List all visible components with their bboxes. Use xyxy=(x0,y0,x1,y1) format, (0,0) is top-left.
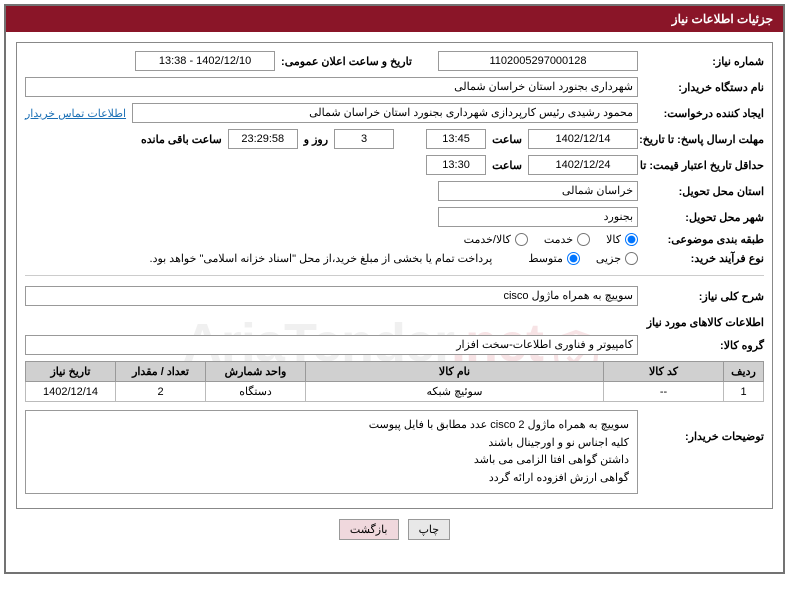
buyer-contact-link[interactable]: اطلاعات تماس خریدار xyxy=(25,107,126,120)
buyer-org-value: شهرداری بجنورد استان خراسان شمالی xyxy=(25,77,638,97)
remaining-time: 23:29:58 xyxy=(228,129,298,149)
radio-both[interactable]: کالا/خدمت xyxy=(464,233,528,246)
radio-partial[interactable]: جزیی xyxy=(596,252,638,265)
province-value: خراسان شمالی xyxy=(438,181,638,201)
radio-goods-label: کالا xyxy=(606,233,621,246)
details-panel: شماره نیاز: 1102005297000128 تاریخ و ساع… xyxy=(16,42,773,509)
cell-row: 1 xyxy=(724,382,764,402)
buyer-note-line-3: داشتن گواهی افتا الزامی می باشد xyxy=(34,452,629,470)
classification-label: طبقه بندی موضوعی: xyxy=(644,233,764,246)
col-row: ردیف xyxy=(724,362,764,382)
buyer-org-label: نام دستگاه خریدار: xyxy=(644,81,764,94)
radio-service-label: خدمت xyxy=(544,233,573,246)
buyer-notes-label: توضیحات خریدار: xyxy=(644,410,764,443)
deadline-send-time: 13:45 xyxy=(426,129,486,149)
row-buyer-notes: توضیحات خریدار: سوییچ به همراه ماژول cis… xyxy=(25,410,764,494)
need-number-label: شماره نیاز: xyxy=(644,55,764,68)
row-validity: حداقل تاریخ اعتبار قیمت: تا تاریخ: 1402/… xyxy=(25,155,764,175)
button-row: چاپ بازگشت xyxy=(16,519,773,540)
buyer-notes-box: سوییچ به همراه ماژول cisco 2 عدد مطابق ب… xyxy=(25,410,638,494)
back-button[interactable]: بازگشت xyxy=(339,519,399,540)
requester-label: ایجاد کننده درخواست: xyxy=(644,107,764,120)
announce-label: تاریخ و ساعت اعلان عمومی: xyxy=(281,55,412,68)
header-title-bar: جزئیات اطلاعات نیاز xyxy=(6,6,783,32)
hour-label-2: ساعت xyxy=(492,159,522,172)
requester-value: محمود رشیدی رئیس کارپردازی شهرداری بجنور… xyxy=(132,103,638,123)
goods-group-label: گروه کالا: xyxy=(644,339,764,352)
hour-label-1: ساعت xyxy=(492,133,522,146)
process-label: نوع فرآیند خرید: xyxy=(644,252,764,265)
buyer-note-line-4: گواهی ارزش افزوده ارائه گردد xyxy=(34,470,629,488)
col-name: نام کالا xyxy=(306,362,604,382)
radio-partial-label: جزیی xyxy=(596,252,621,265)
table-header-row: ردیف کد کالا نام کالا واحد شمارش تعداد /… xyxy=(26,362,764,382)
process-note: پرداخت تمام یا بخشی از مبلغ خرید،از محل … xyxy=(150,252,493,265)
row-city: شهر محل تحویل: بجنورد xyxy=(25,207,764,227)
col-unit: واحد شمارش xyxy=(206,362,306,382)
row-province: استان محل تحویل: خراسان شمالی xyxy=(25,181,764,201)
row-description: شرح کلی نیاز: سوییچ به همراه ماژول cisco xyxy=(25,286,764,306)
city-label: شهر محل تحویل: xyxy=(644,211,764,224)
validity-label: حداقل تاریخ اعتبار قیمت: تا تاریخ: xyxy=(644,159,764,172)
remaining-label: ساعت باقی مانده xyxy=(141,133,222,146)
row-requester: ایجاد کننده درخواست: محمود رشیدی رئیس کا… xyxy=(25,103,764,123)
validity-time: 13:30 xyxy=(426,155,486,175)
radio-goods-input[interactable] xyxy=(625,233,638,246)
need-number-value: 1102005297000128 xyxy=(438,51,638,71)
col-code: کد کالا xyxy=(604,362,724,382)
cell-date: 1402/12/14 xyxy=(26,382,116,402)
radio-service-input[interactable] xyxy=(577,233,590,246)
remaining-days: 3 xyxy=(334,129,394,149)
content-area: AriaTender.net شماره نیاز: 1102005297000… xyxy=(6,32,783,572)
row-need-number: شماره نیاز: 1102005297000128 تاریخ و ساع… xyxy=(25,51,764,71)
radio-partial-input[interactable] xyxy=(625,252,638,265)
header-title: جزئیات اطلاعات نیاز xyxy=(672,12,773,26)
goods-group-value: کامپیوتر و فناوری اطلاعات-سخت افزار xyxy=(25,335,638,355)
deadline-send-date: 1402/12/14 xyxy=(528,129,638,149)
announce-value: 1402/12/10 - 13:38 xyxy=(135,51,275,71)
table-row: 1 -- سوئیچ شبکه دستگاه 2 1402/12/14 xyxy=(26,382,764,402)
description-value: سوییچ به همراه ماژول cisco xyxy=(25,286,638,306)
page-frame: جزئیات اطلاعات نیاز AriaTender.net شماره… xyxy=(4,4,785,574)
radio-medium-input[interactable] xyxy=(567,252,580,265)
col-qty: تعداد / مقدار xyxy=(116,362,206,382)
radio-medium-label: متوسط xyxy=(528,252,563,265)
cell-qty: 2 xyxy=(116,382,206,402)
radio-both-label: کالا/خدمت xyxy=(464,233,511,246)
cell-code: -- xyxy=(604,382,724,402)
cell-unit: دستگاه xyxy=(206,382,306,402)
province-label: استان محل تحویل: xyxy=(644,185,764,198)
radio-service[interactable]: خدمت xyxy=(544,233,590,246)
row-classification: طبقه بندی موضوعی: کالا خدمت کالا/خدمت xyxy=(25,233,764,246)
radio-goods[interactable]: کالا xyxy=(606,233,638,246)
row-deadline-send: مهلت ارسال پاسخ: تا تاریخ: 1402/12/14 سا… xyxy=(25,129,764,149)
row-process: نوع فرآیند خرید: جزیی متوسط پرداخت تمام … xyxy=(25,252,764,265)
goods-info-title: اطلاعات کالاهای مورد نیاز xyxy=(25,316,764,329)
city-value: بجنورد xyxy=(438,207,638,227)
row-buyer-org: نام دستگاه خریدار: شهرداری بجنورد استان … xyxy=(25,77,764,97)
goods-table: ردیف کد کالا نام کالا واحد شمارش تعداد /… xyxy=(25,361,764,402)
row-goods-group: گروه کالا: کامپیوتر و فناوری اطلاعات-سخت… xyxy=(25,335,764,355)
buyer-note-line-1: سوییچ به همراه ماژول cisco 2 عدد مطابق ب… xyxy=(34,417,629,435)
description-label: شرح کلی نیاز: xyxy=(644,290,764,303)
days-label: روز و xyxy=(304,133,328,146)
divider xyxy=(25,275,764,276)
cell-name: سوئیچ شبکه xyxy=(306,382,604,402)
validity-date: 1402/12/24 xyxy=(528,155,638,175)
buyer-note-line-2: کلیه اجناس نو و اورجینال باشند xyxy=(34,435,629,453)
print-button[interactable]: چاپ xyxy=(408,519,451,540)
radio-both-input[interactable] xyxy=(515,233,528,246)
col-date: تاریخ نیاز xyxy=(26,362,116,382)
deadline-send-label: مهلت ارسال پاسخ: تا تاریخ: xyxy=(644,133,764,146)
radio-medium[interactable]: متوسط xyxy=(528,252,580,265)
